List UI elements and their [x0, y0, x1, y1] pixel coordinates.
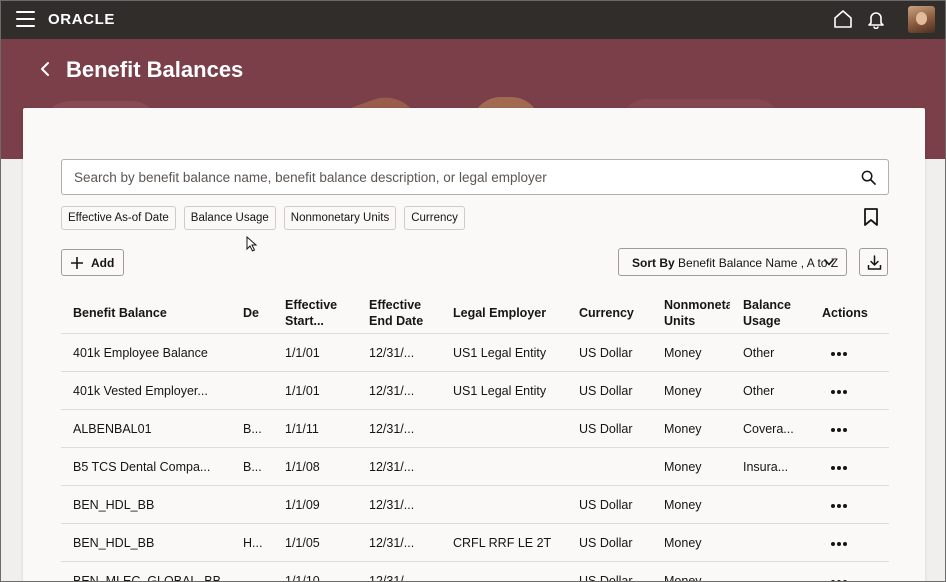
- cell-nonmonetary-units: Money: [664, 574, 702, 582]
- table-row[interactable]: B5 TCS Dental Compa... B... 1/1/08 12/31…: [61, 448, 889, 486]
- cell-effective-start: 1/1/05: [285, 536, 320, 550]
- cell-legal-employer: US1 Legal Entity: [453, 384, 547, 398]
- cell-effective-end: 12/31/...: [369, 346, 415, 360]
- back-chevron-icon[interactable]: [37, 61, 53, 77]
- cell-effective-end: 12/31/...: [369, 422, 415, 436]
- home-icon[interactable]: [833, 9, 853, 29]
- row-actions-more-icon[interactable]: [831, 459, 851, 471]
- cell-benefit-balance: B5 TCS Dental Compa...: [73, 460, 211, 474]
- user-avatar[interactable]: [908, 6, 935, 33]
- cell-nonmonetary-units: Money: [664, 460, 702, 474]
- top-bar: ORACLE: [1, 1, 945, 39]
- table-row[interactable]: BEN_MLEC_GLOBAL_BB 1/1/10 12/31/... US D…: [61, 562, 889, 582]
- filter-chips: Effective As-of Date Balance Usage Nonmo…: [61, 206, 465, 231]
- cell-currency: US Dollar: [579, 422, 633, 436]
- table-row[interactable]: ALBENBAL01 B... 1/1/11 12/31/... US Doll…: [61, 410, 889, 448]
- row-actions-more-icon[interactable]: [831, 535, 851, 547]
- cell-benefit-balance: BEN_MLEC_GLOBAL_BB: [73, 574, 221, 582]
- sort-by-prefix: Sort By: [632, 256, 675, 270]
- row-actions-more-icon[interactable]: [831, 497, 851, 509]
- cell-balance-usage: Insura...: [743, 460, 789, 474]
- cell-benefit-balance: ALBENBAL01: [73, 422, 152, 436]
- search-input[interactable]: [74, 160, 834, 194]
- table-row[interactable]: BEN_HDL_BB 1/1/09 12/31/... US Dollar Mo…: [61, 486, 889, 524]
- column-header-description[interactable]: De: [243, 305, 271, 321]
- plus-icon: [71, 257, 83, 269]
- cell-effective-end: 12/31/...: [369, 498, 415, 512]
- cell-currency: US Dollar: [579, 346, 633, 360]
- benefit-balances-table: Benefit Balance De Effective Start... Ef…: [61, 293, 889, 582]
- row-actions-more-icon[interactable]: [831, 383, 851, 395]
- column-header-balance-usage[interactable]: Balance Usage: [743, 297, 813, 329]
- cell-currency: US Dollar: [579, 384, 633, 398]
- chevron-down-icon: [824, 259, 834, 266]
- cell-currency: US Dollar: [579, 536, 633, 550]
- cell-benefit-balance: 401k Employee Balance: [73, 346, 208, 360]
- cell-effective-end: 12/31/...: [369, 574, 415, 582]
- filter-chip-effective-as-of-date[interactable]: Effective As-of Date: [61, 206, 176, 230]
- cell-balance-usage: Other: [743, 384, 775, 398]
- notifications-bell-icon[interactable]: [866, 9, 886, 29]
- column-header-actions: Actions: [822, 306, 868, 320]
- add-button[interactable]: Add: [61, 249, 124, 276]
- sort-by-dropdown[interactable]: Sort By Benefit Balance Name , A to Z: [618, 248, 847, 276]
- cell-benefit-balance: BEN_HDL_BB: [73, 536, 155, 550]
- column-header-effective-start[interactable]: Effective Start...: [285, 297, 355, 329]
- cell-nonmonetary-units: Money: [664, 422, 702, 436]
- cell-effective-start: 1/1/11: [285, 422, 319, 436]
- row-actions-more-icon[interactable]: [831, 573, 851, 581]
- column-header-effective-end-date[interactable]: Effective End Date: [369, 297, 439, 329]
- cell-effective-end: 12/31/...: [369, 384, 415, 398]
- cell-nonmonetary-units: Money: [664, 384, 702, 398]
- cell-description: B...: [243, 422, 262, 436]
- add-button-label: Add: [91, 256, 115, 270]
- cell-legal-employer: CRFL RRF LE 2T: [453, 536, 552, 550]
- column-header-legal-employer[interactable]: Legal Employer: [453, 305, 568, 321]
- table-header-row: Benefit Balance De Effective Start... Ef…: [61, 293, 889, 334]
- search-icon[interactable]: [861, 170, 876, 185]
- column-header-benefit-balance[interactable]: Benefit Balance: [73, 305, 223, 321]
- app-window: ORACLE Benefit Balances Effective As-of …: [0, 0, 946, 582]
- cell-effective-start: 1/1/01: [285, 346, 320, 360]
- page-title: Benefit Balances: [66, 57, 244, 82]
- mouse-cursor-icon: [246, 236, 258, 252]
- filter-chip-balance-usage[interactable]: Balance Usage: [183, 206, 276, 230]
- column-header-currency[interactable]: Currency: [579, 305, 649, 321]
- cell-nonmonetary-units: Money: [664, 498, 702, 512]
- row-actions-more-icon[interactable]: [831, 345, 851, 357]
- bookmark-icon[interactable]: [863, 208, 879, 226]
- cell-legal-employer: US1 Legal Entity: [453, 346, 547, 360]
- cell-effective-start: 1/1/01: [285, 384, 320, 398]
- cell-balance-usage: Other: [743, 346, 775, 360]
- cell-effective-start: 1/1/10: [285, 574, 320, 582]
- table-row[interactable]: BEN_HDL_BB H... 1/1/05 12/31/... CRFL RR…: [61, 524, 889, 562]
- cell-effective-end: 12/31/...: [369, 536, 415, 550]
- download-icon: [867, 255, 882, 270]
- column-header-nonmonetary-units[interactable]: Nonmonetary Units: [664, 297, 730, 329]
- cell-effective-start: 1/1/09: [285, 498, 320, 512]
- cell-currency: US Dollar: [579, 498, 633, 512]
- row-actions-more-icon[interactable]: [831, 421, 851, 433]
- cell-benefit-balance: 401k Vested Employer...: [73, 384, 208, 398]
- cell-description: H...: [243, 536, 263, 550]
- cell-effective-end: 12/31/...: [369, 460, 415, 474]
- cell-benefit-balance: BEN_HDL_BB: [73, 498, 155, 512]
- search-box[interactable]: [61, 159, 889, 195]
- content-card: Effective As-of Date Balance Usage Nonmo…: [23, 108, 925, 582]
- filter-chip-currency[interactable]: Currency: [404, 206, 465, 230]
- cell-nonmonetary-units: Money: [664, 536, 702, 550]
- cell-description: B...: [243, 460, 262, 474]
- sort-by-value: Benefit Balance Name , A to Z: [678, 256, 839, 270]
- filter-chip-nonmonetary-units[interactable]: Nonmonetary Units: [283, 206, 397, 230]
- download-button[interactable]: [859, 248, 888, 276]
- oracle-logo: ORACLE: [48, 11, 115, 28]
- table-row[interactable]: 401k Vested Employer... 1/1/01 12/31/...…: [61, 372, 889, 410]
- cell-balance-usage: Covera...: [743, 422, 794, 436]
- cell-nonmonetary-units: Money: [664, 346, 702, 360]
- table-row[interactable]: 401k Employee Balance 1/1/01 12/31/... U…: [61, 334, 889, 372]
- cell-effective-start: 1/1/08: [285, 460, 320, 474]
- hamburger-menu-icon[interactable]: [16, 11, 35, 27]
- cell-currency: US Dollar: [579, 574, 633, 582]
